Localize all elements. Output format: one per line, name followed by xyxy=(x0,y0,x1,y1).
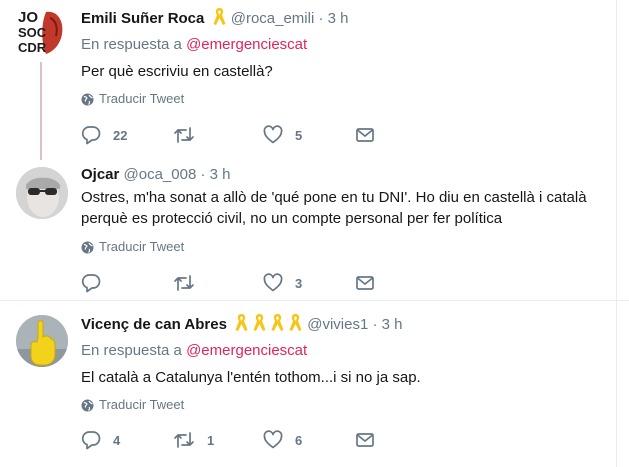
translate-label: Traducir Tweet xyxy=(99,397,185,412)
tweet-actions: 3 xyxy=(81,271,381,295)
tweet-2[interactable]: Ojcar @oca_008 · 3 h Ostres, m'ha sonat … xyxy=(0,160,629,300)
timestamp[interactable]: 3 h xyxy=(210,166,231,183)
yellow-ribbon-icon xyxy=(288,313,303,333)
globe-icon xyxy=(81,241,94,254)
tweet-text: Per què escriviu en castellà? xyxy=(81,63,273,80)
reply-count: 4 xyxy=(113,432,121,448)
thread-line xyxy=(40,62,42,160)
like-button[interactable]: 5 xyxy=(263,123,302,147)
like-count: 5 xyxy=(295,127,303,143)
like-button[interactable]: 6 xyxy=(263,428,302,452)
tweet-3[interactable]: Vicenç de can Abres @vivies1 · 3 h En re… xyxy=(0,301,629,467)
separator-dot: · xyxy=(372,316,378,333)
translate-tweet-link[interactable]: Traducir Tweet xyxy=(81,91,184,107)
translate-tweet-link[interactable]: Traducir Tweet xyxy=(81,239,184,255)
tweet-1[interactable]: JO SOC CDR Emili Suñer Roca @roca_emili … xyxy=(0,0,629,160)
yellow-ribbon-icon xyxy=(234,313,249,333)
like-count: 3 xyxy=(295,275,303,291)
tweet-text: Ostres, m'ha sonat a allò de 'qué pone e… xyxy=(81,187,621,229)
tweet-header: Emili Suñer Roca @roca_emili · 3 h xyxy=(81,7,349,27)
reply-button[interactable]: 22 xyxy=(81,123,127,147)
user-handle[interactable]: @roca_emili xyxy=(231,10,315,27)
globe-icon xyxy=(81,399,94,412)
separator-dot: · xyxy=(200,166,206,183)
timestamp[interactable]: 3 h xyxy=(328,10,349,27)
avatar-text-line: SOC xyxy=(18,25,47,40)
retweet-button[interactable]: 1 xyxy=(173,428,214,452)
display-name[interactable]: Ojcar xyxy=(81,166,119,183)
retweet-count: 1 xyxy=(207,432,215,448)
translate-tweet-link[interactable]: Traducir Tweet xyxy=(81,397,184,413)
avatar[interactable] xyxy=(16,167,68,219)
like-icon xyxy=(263,273,283,292)
reply-context: En respuesta a @emergenciescat xyxy=(81,36,307,53)
retweet-icon xyxy=(174,432,194,448)
tweet-actions: 4 1 6 xyxy=(81,428,381,452)
reply-button[interactable] xyxy=(81,271,113,295)
yellow-ribbon-icon xyxy=(270,313,285,333)
timestamp[interactable]: 3 h xyxy=(382,316,403,333)
user-handle[interactable]: @vivies1 xyxy=(307,316,368,333)
retweet-icon xyxy=(174,275,194,291)
reply-context: En respuesta a @emergenciescat xyxy=(81,342,307,359)
reply-mention-link[interactable]: @emergenciescat xyxy=(186,36,307,53)
tweet-text-line: Ostres, m'ha sonat a allò de 'qué pone e… xyxy=(81,189,587,206)
user-handle[interactable]: @oca_008 xyxy=(124,166,197,183)
avatar-text-line: CDR xyxy=(18,40,47,55)
translate-label: Traducir Tweet xyxy=(99,239,185,254)
direct-message-button[interactable] xyxy=(355,428,375,452)
message-icon xyxy=(356,433,374,447)
reply-prefix: En respuesta a xyxy=(81,342,187,359)
retweet-button[interactable] xyxy=(173,271,207,295)
avatar[interactable]: JO SOC CDR xyxy=(16,6,66,60)
tweet-actions: 22 5 xyxy=(81,123,381,147)
message-icon xyxy=(356,276,374,290)
avatar[interactable] xyxy=(16,315,68,367)
like-count: 6 xyxy=(295,432,303,448)
avatar-text-line: JO xyxy=(18,9,38,26)
reply-button[interactable]: 4 xyxy=(81,428,120,452)
tweet-text-line: perquè es protecció civil, no un compte … xyxy=(81,210,503,227)
direct-message-button[interactable] xyxy=(355,271,375,295)
reply-icon xyxy=(81,431,101,450)
retweet-icon xyxy=(174,127,194,143)
direct-message-button[interactable] xyxy=(355,123,375,147)
yellow-ribbon-icon xyxy=(252,313,267,333)
translate-label: Traducir Tweet xyxy=(99,91,185,106)
separator-dot: · xyxy=(318,10,324,27)
tweet-text: El català a Catalunya l'entén tothom...i… xyxy=(81,369,421,386)
like-icon xyxy=(263,430,283,449)
reply-prefix: En respuesta a xyxy=(81,36,187,53)
yellow-ribbon-icon xyxy=(212,7,227,27)
display-name[interactable]: Emili Suñer Roca xyxy=(81,10,204,27)
like-button[interactable]: 3 xyxy=(263,271,302,295)
reply-icon xyxy=(81,126,101,145)
retweet-button[interactable] xyxy=(173,123,207,147)
tweet-header: Vicenç de can Abres @vivies1 · 3 h xyxy=(81,313,403,333)
like-icon xyxy=(263,125,283,144)
reply-icon xyxy=(81,274,101,293)
tweet-header: Ojcar @oca_008 · 3 h xyxy=(81,165,231,185)
timeline-border xyxy=(616,0,617,467)
message-icon xyxy=(356,128,374,142)
display-name[interactable]: Vicenç de can Abres xyxy=(81,316,227,333)
globe-icon xyxy=(81,93,94,106)
reply-count: 22 xyxy=(113,127,128,143)
reply-mention-link[interactable]: @emergenciescat xyxy=(186,342,307,359)
